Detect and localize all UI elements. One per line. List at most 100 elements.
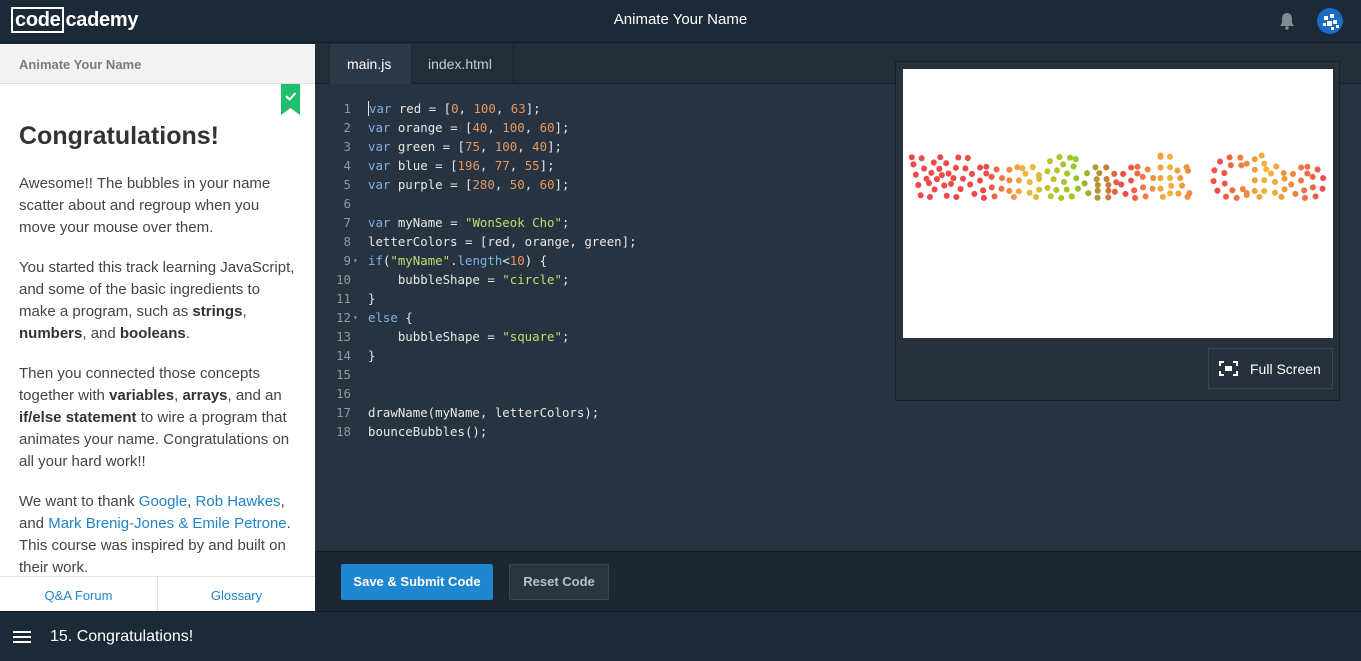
code-token: ]; bbox=[539, 158, 555, 173]
code-token: var bbox=[368, 139, 391, 154]
code-token: var bbox=[368, 215, 391, 230]
fold-arrow-icon[interactable]: ▾ bbox=[351, 251, 368, 270]
fold-gutter bbox=[351, 403, 368, 422]
bubble-name-canvas[interactable]: WonSeok Cho bbox=[903, 69, 1333, 338]
section-title: Animate Your Name bbox=[0, 44, 315, 84]
code-token: , bbox=[479, 139, 495, 154]
code-token: else bbox=[368, 310, 398, 325]
link-google[interactable]: Google bbox=[139, 493, 187, 510]
code-token: var bbox=[368, 120, 391, 135]
line-number: 18 bbox=[336, 424, 351, 439]
line-number: 12 bbox=[336, 310, 351, 325]
code-token: , bbox=[517, 139, 533, 154]
code-token: , bbox=[524, 120, 540, 135]
fold-arrow-icon[interactable]: ▾ bbox=[351, 308, 368, 327]
code-line[interactable]: 4 var blue = [196, 77, 55]; bbox=[315, 156, 915, 175]
code-token: ; bbox=[561, 272, 570, 287]
fold-gutter bbox=[351, 194, 368, 213]
code-line[interactable]: 3 var green = [75, 100, 40]; bbox=[315, 137, 915, 156]
code-token: 40 bbox=[472, 120, 488, 135]
term-arrays: arrays bbox=[182, 387, 228, 404]
line-source: var red = [0, 100, 63]; bbox=[368, 99, 541, 118]
lesson-paragraph-1: Awesome!! The bubbles in your name scatt… bbox=[19, 175, 271, 236]
code-line[interactable]: 1 var red = [0, 100, 63]; bbox=[315, 99, 915, 118]
link-mark-emile[interactable]: Mark Brenig-Jones & Emile Petrone bbox=[48, 515, 286, 532]
code-token: drawName(myName, letterColors); bbox=[368, 405, 600, 420]
code-line[interactable]: 5 var purple = [280, 50, 60]; bbox=[315, 175, 915, 194]
code-token: ]; bbox=[525, 101, 541, 116]
line-source: } bbox=[368, 346, 375, 365]
fold-gutter bbox=[351, 422, 368, 441]
fold-gutter bbox=[351, 232, 368, 251]
fold-gutter bbox=[351, 99, 368, 118]
tab-index-html[interactable]: index.html bbox=[411, 44, 514, 84]
fold-gutter bbox=[351, 327, 368, 346]
line-number: 11 bbox=[336, 291, 351, 306]
glossary-link[interactable]: Glossary bbox=[158, 577, 315, 611]
code-token: bubbleShape = bbox=[368, 329, 503, 344]
link-rob-hawkes[interactable]: Rob Hawkes bbox=[196, 493, 281, 510]
code-token: , bbox=[458, 101, 474, 116]
reset-code-button[interactable]: Reset Code bbox=[509, 564, 609, 600]
fold-gutter bbox=[351, 346, 368, 365]
lesson-paragraph-2: You started this track learning JavaScri… bbox=[19, 257, 296, 345]
tab-main-js[interactable]: main.js bbox=[330, 44, 411, 84]
code-token: 60 bbox=[539, 177, 555, 192]
code-line[interactable]: 13 bubbleShape = "square"; bbox=[315, 327, 915, 346]
fullscreen-label: Full Screen bbox=[1250, 360, 1321, 377]
code-line[interactable]: 10 bubbleShape = "circle"; bbox=[315, 270, 915, 289]
fullscreen-button[interactable]: Full Screen bbox=[1208, 348, 1333, 389]
code-line[interactable]: 15 bbox=[315, 365, 915, 384]
code-line[interactable]: 18 bounceBubbles(); bbox=[315, 422, 915, 441]
code-token: ]; bbox=[554, 177, 570, 192]
code-token: 77 bbox=[494, 158, 510, 173]
p2-and: , and bbox=[82, 325, 120, 342]
code-token: , bbox=[494, 177, 510, 192]
line-source: var orange = [40, 100, 60]; bbox=[368, 118, 569, 137]
code-line[interactable]: 8 letterColors = [red, orange, green]; bbox=[315, 232, 915, 251]
save-submit-button[interactable]: Save & Submit Code bbox=[341, 564, 493, 600]
code-token: orange = [ bbox=[390, 120, 473, 135]
code-token: 63 bbox=[510, 101, 526, 116]
code-token: "WonSeok Cho" bbox=[465, 215, 562, 230]
preview-canvas[interactable]: WonSeok Cho bbox=[903, 69, 1333, 338]
code-token: 10 bbox=[509, 253, 525, 268]
fold-gutter bbox=[351, 213, 368, 232]
code-line[interactable]: 14} bbox=[315, 346, 915, 365]
line-source: } bbox=[368, 289, 375, 308]
fold-gutter bbox=[351, 365, 368, 384]
p4-text-a: We want to thank bbox=[19, 493, 139, 510]
line-source: bubbleShape = "circle"; bbox=[368, 270, 570, 289]
code-editor[interactable]: 1 var red = [0, 100, 63]; 2 var orange = [4… bbox=[315, 99, 915, 441]
line-number: 17 bbox=[336, 405, 351, 420]
code-token: "circle" bbox=[502, 272, 562, 287]
code-token: , bbox=[509, 158, 525, 173]
code-line[interactable]: 9 ▾ if("myName".length<10) { bbox=[315, 251, 915, 270]
code-line[interactable]: 12 ▾ else { bbox=[315, 308, 915, 327]
code-token: 100 bbox=[502, 120, 525, 135]
fold-gutter bbox=[351, 175, 368, 194]
code-line[interactable]: 16 bbox=[315, 384, 915, 403]
lesson-heading: Congratulations! bbox=[19, 122, 219, 150]
code-line[interactable]: 6 bbox=[315, 194, 915, 213]
code-token: ; bbox=[561, 215, 570, 230]
code-line[interactable]: 7 var myName = "WonSeok Cho"; bbox=[315, 213, 915, 232]
code-line[interactable]: 17 drawName(myName, letterColors); bbox=[315, 403, 915, 422]
lesson-paragraph-3: Then you connected those concepts togeth… bbox=[19, 363, 296, 473]
action-bar: Save & Submit Code Reset Code bbox=[315, 551, 1361, 611]
p4-comma: , bbox=[187, 493, 196, 510]
qa-forum-link[interactable]: Q&A Forum bbox=[0, 577, 158, 611]
line-source: var purple = [280, 50, 60]; bbox=[368, 175, 569, 194]
preview-panel: WonSeok Cho Full Screen bbox=[895, 61, 1340, 401]
fold-gutter bbox=[351, 384, 368, 403]
code-line[interactable]: 11} bbox=[315, 289, 915, 308]
code-token: letterColors = [red, orange, green]; bbox=[368, 234, 637, 249]
line-source: letterColors = [red, orange, green]; bbox=[368, 232, 637, 251]
line-number: 6 bbox=[343, 196, 351, 211]
code-line[interactable]: 2 var orange = [40, 100, 60]; bbox=[315, 118, 915, 137]
code-token: var bbox=[368, 177, 391, 192]
notification-bell-icon[interactable] bbox=[1279, 12, 1295, 30]
menu-icon[interactable] bbox=[13, 631, 31, 644]
user-avatar[interactable] bbox=[1317, 8, 1343, 34]
code-token: < bbox=[502, 253, 510, 268]
